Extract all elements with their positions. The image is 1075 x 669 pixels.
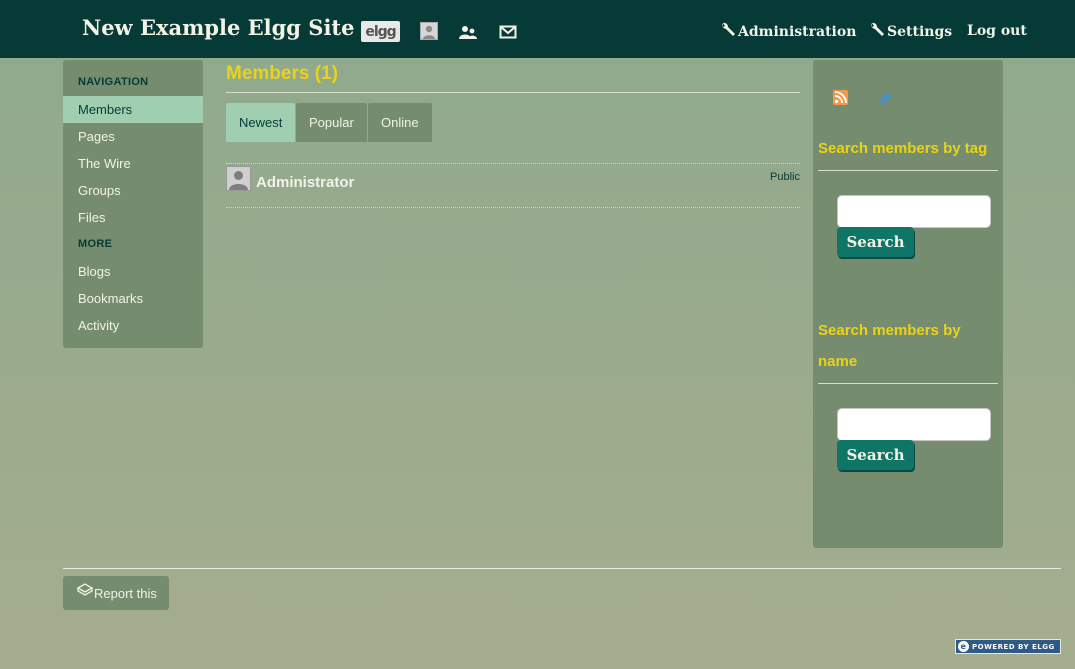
tag-search-input[interactable] xyxy=(837,195,991,228)
more-heading: MORE xyxy=(78,238,113,250)
tag-search-divider xyxy=(818,170,998,171)
name-search-divider xyxy=(818,383,998,384)
settings-label: Settings xyxy=(887,24,953,40)
navigation-panel: NAVIGATION Members Pages The Wire Groups… xyxy=(63,60,203,348)
logout-link[interactable]: Log out xyxy=(967,23,1027,39)
user-avatar-icon[interactable] xyxy=(420,22,438,40)
access-level: Public xyxy=(770,171,800,183)
avatar[interactable] xyxy=(226,166,251,191)
rss-icon[interactable] xyxy=(833,90,848,105)
name-search-heading: Search members by name xyxy=(818,315,998,377)
sidebar-item-blogs[interactable]: Blogs xyxy=(63,258,203,285)
tag-search-heading: Search members by tag xyxy=(818,140,988,157)
sidebar-item-bookmarks[interactable]: Bookmarks xyxy=(63,285,203,312)
name-search-heading-line2: name xyxy=(818,353,858,370)
name-search-input[interactable] xyxy=(837,408,991,441)
tag-search-button[interactable]: Search xyxy=(837,227,914,257)
name-search-heading-line1: Search members by xyxy=(818,322,961,339)
list-divider xyxy=(226,207,800,208)
settings-link[interactable]: Settings xyxy=(869,22,952,42)
member-name-link[interactable]: Administrator xyxy=(256,174,354,191)
report-label: Report this xyxy=(94,585,157,601)
administration-label: Administration xyxy=(738,24,857,40)
powered-by-text: POWERED BY ELGG xyxy=(972,642,1055,651)
name-search-button[interactable]: Search xyxy=(837,440,914,470)
powered-by-elgg-badge[interactable]: e POWERED BY ELGG xyxy=(955,639,1061,654)
administration-link[interactable]: Administration xyxy=(720,22,856,42)
sidebar-item-the-wire[interactable]: The Wire xyxy=(63,150,203,177)
tab-online[interactable]: Online xyxy=(368,103,432,142)
logout-label: Log out xyxy=(967,23,1027,39)
elgg-logo-icon[interactable]: elgg xyxy=(361,21,400,42)
report-icon xyxy=(77,583,93,597)
friends-icon[interactable] xyxy=(458,21,478,42)
footer-divider xyxy=(63,568,1061,569)
tab-newest[interactable]: Newest xyxy=(226,103,296,142)
pin-icon[interactable] xyxy=(877,90,895,106)
page-title: Members (1) xyxy=(226,63,338,84)
wrench-icon xyxy=(869,22,885,42)
report-this-button[interactable]: Report this xyxy=(63,576,169,610)
topbar: New Example Elgg Site elgg Administratio… xyxy=(0,0,1075,58)
sidebar-item-activity[interactable]: Activity xyxy=(63,312,203,339)
sidebar-item-groups[interactable]: Groups xyxy=(63,177,203,204)
sidebar-item-files[interactable]: Files xyxy=(63,204,203,231)
site-title[interactable]: New Example Elgg Site xyxy=(82,15,355,40)
tab-popular[interactable]: Popular xyxy=(296,103,367,142)
title-divider xyxy=(226,92,800,93)
sidebar-item-members[interactable]: Members xyxy=(63,96,203,123)
navigation-heading: NAVIGATION xyxy=(78,76,149,88)
elgg-e-logo-icon: e xyxy=(958,641,969,652)
mail-icon[interactable] xyxy=(499,21,517,42)
list-divider xyxy=(226,163,800,164)
sidebar-item-pages[interactable]: Pages xyxy=(63,123,203,150)
wrench-icon xyxy=(720,22,736,42)
